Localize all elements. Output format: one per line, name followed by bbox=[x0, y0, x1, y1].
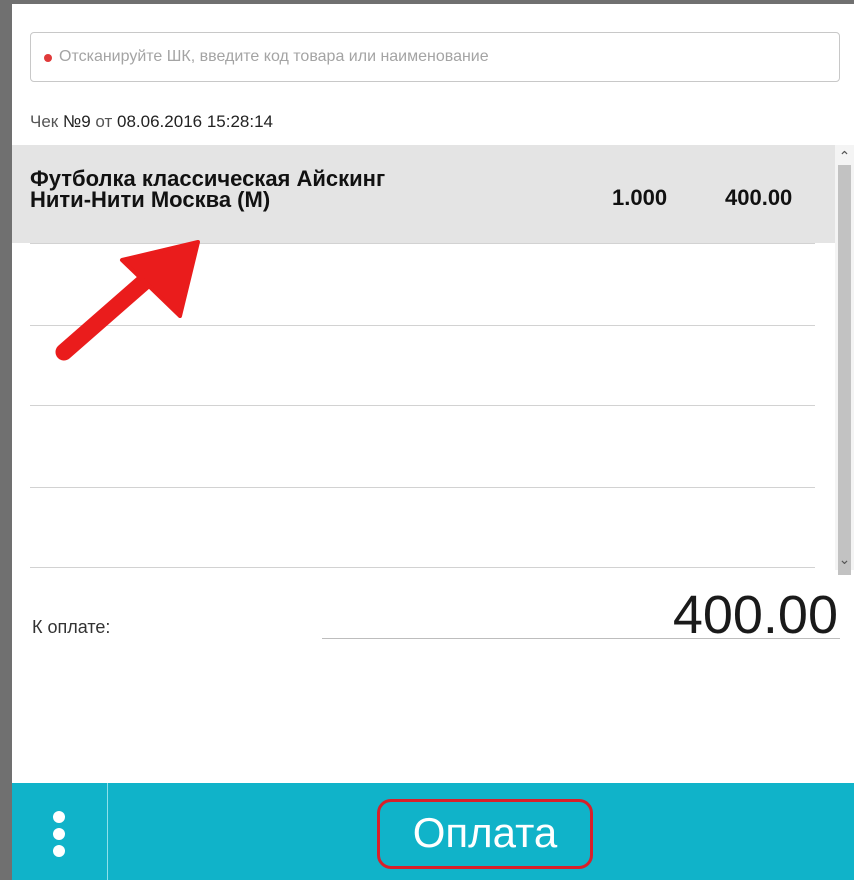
scroll-down-icon[interactable]: ⌄ bbox=[835, 550, 854, 568]
receipt-items-list: Футболка классическая Айскинг Нити-Нити … bbox=[12, 145, 835, 570]
list-divider bbox=[30, 243, 815, 244]
scrollbar-thumb[interactable] bbox=[838, 165, 851, 575]
list-divider bbox=[30, 567, 815, 568]
item-price: 400.00 bbox=[725, 185, 793, 210]
status-dot-icon bbox=[44, 54, 52, 62]
more-vertical-icon-dot bbox=[53, 828, 65, 840]
bottom-bar: Оплата bbox=[12, 783, 854, 880]
search-input[interactable] bbox=[59, 33, 829, 81]
payment-label: К оплате: bbox=[32, 617, 111, 637]
more-vertical-icon-dot bbox=[53, 845, 65, 857]
receipt-date-prefix: от bbox=[95, 112, 113, 131]
payment-underline bbox=[322, 638, 840, 639]
payment-amount: 400.00 bbox=[672, 585, 838, 645]
list-divider bbox=[30, 325, 815, 326]
list-item[interactable]: Футболка классическая Айскинг Нити-Нити … bbox=[12, 145, 835, 243]
list-divider bbox=[30, 487, 815, 488]
more-menu-button[interactable] bbox=[12, 783, 108, 880]
item-name-line1: Футболка классическая Айскинг bbox=[30, 166, 386, 191]
search-box[interactable] bbox=[30, 32, 840, 82]
item-name: Футболка классическая Айскинг Нити-Нити … bbox=[30, 166, 550, 212]
item-name-line2: Нити-Нити Москва (М) bbox=[30, 187, 271, 212]
scroll-up-icon[interactable]: ⌃ bbox=[835, 147, 854, 165]
receipt-number: №9 bbox=[62, 112, 91, 131]
pay-button[interactable]: Оплата bbox=[377, 799, 593, 869]
more-vertical-icon bbox=[53, 811, 65, 823]
list-divider bbox=[30, 405, 815, 406]
receipt-header: Чек №9 от 08.06.2016 15:28:14 bbox=[30, 112, 273, 132]
list-scrollbar[interactable]: ⌃ ⌄ bbox=[835, 145, 854, 575]
item-quantity: 1.000 bbox=[612, 185, 668, 210]
receipt-datetime: 08.06.2016 15:28:14 bbox=[117, 112, 273, 131]
receipt-label: Чек bbox=[30, 112, 59, 131]
